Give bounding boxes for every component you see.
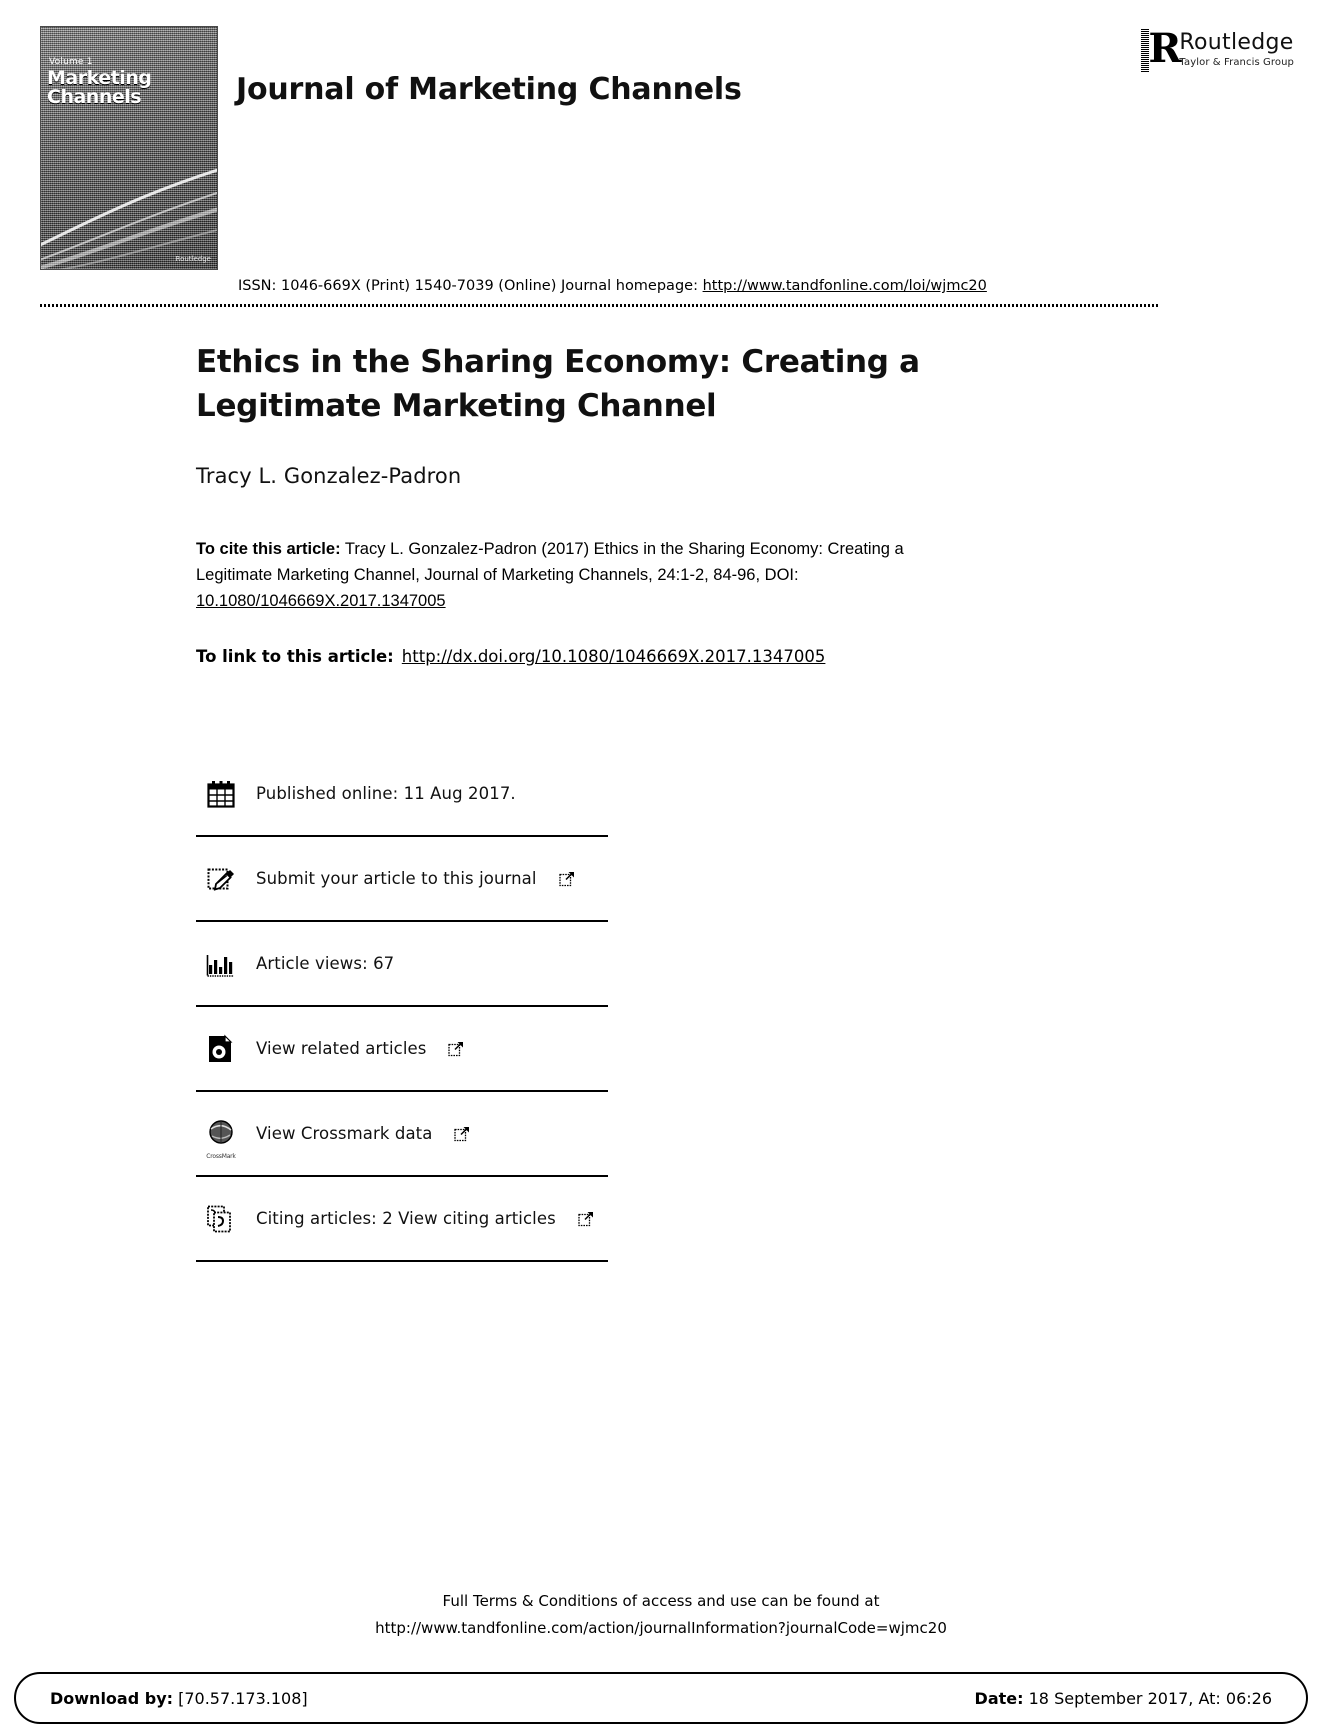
action-label-article-views: Article views: 67: [256, 954, 395, 973]
action-row-article-views: Article views: 67: [196, 922, 608, 1005]
related-articles-icon: [204, 1032, 238, 1066]
external-link-icon[interactable]: [454, 1126, 470, 1142]
article-link-block: To link to this article: http://dx.doi.or…: [196, 644, 1096, 670]
action-row-submit-article[interactable]: Submit your article to this journal: [196, 837, 608, 920]
terms-line-1: Full Terms & Conditions of access and us…: [442, 1592, 880, 1610]
article-block: Ethics in the Sharing Economy: Creating …: [196, 340, 1096, 670]
action-divider: [196, 1260, 608, 1262]
link-label: To link to this article:: [196, 647, 394, 666]
masthead-divider: [40, 304, 1158, 307]
crossmark-icon: CrossMark: [204, 1117, 238, 1160]
action-row-published-online: Published online: 11 Aug 2017.: [196, 752, 608, 835]
article-author: Tracy L. Gonzalez-Padron: [196, 464, 462, 488]
action-row-citing-articles[interactable]: Citing articles: 2 View citing articles: [196, 1177, 608, 1260]
action-label-crossmark: View Crossmark data: [256, 1124, 433, 1143]
article-views-icon: [204, 947, 238, 981]
routledge-wordmark: Routledge Taylor & Francis Group: [1179, 32, 1294, 68]
publisher-group: Taylor & Francis Group: [1179, 57, 1294, 68]
action-label-related-articles: View related articles: [256, 1039, 427, 1058]
cover-title: Marketing Channels: [47, 69, 211, 107]
citing-articles-icon: [204, 1202, 238, 1236]
citation-label: To cite this article:: [196, 540, 341, 558]
download-date-value: 18 September 2017, At: 06:26: [1023, 1688, 1272, 1708]
issn-text: ISSN: 1046-669X (Print) 1540-7039 (Onlin…: [238, 278, 703, 294]
download-info-bar: Download by: [70.57.173.108] Date: 18 Se…: [14, 1672, 1308, 1724]
terms-line-2[interactable]: http://www.tandfonline.com/action/journa…: [0, 1615, 1322, 1642]
routledge-mark-icon: R: [1141, 28, 1182, 72]
external-link-icon[interactable]: [558, 871, 575, 887]
crossmark-caption: CrossMark: [206, 1152, 236, 1160]
download-by-label: Download by:: [50, 1688, 174, 1708]
action-label-published-online: Published online: 11 Aug 2017.: [256, 784, 516, 803]
cover-swoosh-graphic: [41, 123, 217, 269]
article-actions-list: Published online: 11 Aug 2017. Submit yo…: [196, 752, 608, 1262]
citation-block: To cite this article: Tracy L. Gonzalez-…: [196, 536, 966, 614]
journal-title: Journal of Marketing Channels: [236, 72, 742, 107]
action-row-crossmark[interactable]: CrossMark View Crossmark data: [196, 1092, 608, 1175]
publisher-name: Routledge: [1179, 30, 1294, 55]
submit-article-icon: [204, 862, 238, 896]
cover-top-label: Volume 1: [49, 57, 93, 67]
issn-homepage-line: ISSN: 1046-669X (Print) 1540-7039 (Onlin…: [238, 278, 987, 294]
journal-masthead: Volume 1 Marketing Channels Routledge Jo…: [0, 0, 1322, 307]
citation-doi-link[interactable]: 10.1080/1046669X.2017.1347005: [196, 592, 446, 610]
download-date-label: Date:: [974, 1688, 1024, 1708]
download-by-value: [70.57.173.108]: [173, 1688, 308, 1708]
journal-cover-thumbnail: Volume 1 Marketing Channels Routledge: [40, 26, 218, 270]
cover-corner-label: Routledge: [175, 255, 211, 263]
download-by: Download by: [70.57.173.108]: [50, 1689, 308, 1708]
article-title: Ethics in the Sharing Economy: Creating …: [196, 344, 920, 424]
document-page: Volume 1 Marketing Channels Routledge Jo…: [0, 0, 1322, 1736]
action-label-submit-article: Submit your article to this journal: [256, 869, 537, 888]
routledge-r-glyph: R: [1148, 25, 1182, 72]
terms-and-conditions: Full Terms & Conditions of access and us…: [0, 1588, 1322, 1642]
external-link-icon[interactable]: [448, 1041, 464, 1057]
external-link-icon[interactable]: [578, 1211, 594, 1227]
cover-title-line-2: Channels: [47, 86, 142, 108]
calendar-icon: [204, 777, 238, 811]
action-label-citing-articles: Citing articles: 2 View citing articles: [256, 1209, 556, 1228]
journal-homepage-link[interactable]: http://www.tandfonline.com/loi/wjmc20: [703, 278, 987, 294]
article-doi-url[interactable]: http://dx.doi.org/10.1080/1046669X.2017.…: [402, 647, 826, 666]
action-row-related-articles[interactable]: View related articles: [196, 1007, 608, 1090]
download-date: Date: 18 September 2017, At: 06:26: [975, 1689, 1272, 1708]
routledge-logo: R Routledge Taylor & Francis Group: [1141, 28, 1294, 72]
